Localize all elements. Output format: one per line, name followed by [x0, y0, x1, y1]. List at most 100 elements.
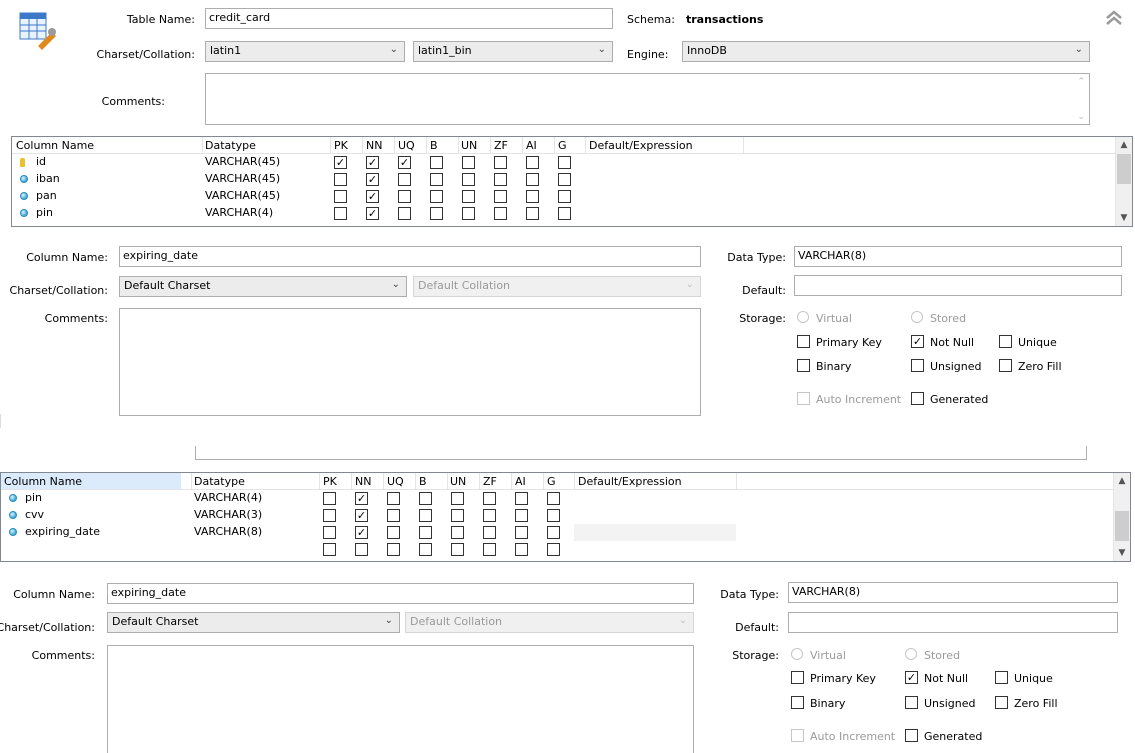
header-default[interactable]: Default/Expression	[589, 139, 693, 152]
flag-checkbox[interactable]	[558, 173, 571, 186]
flag-checkbox[interactable]	[387, 543, 400, 556]
header-datatype[interactable]: Datatype	[194, 475, 245, 488]
flag-checkbox[interactable]	[462, 190, 475, 203]
flag-checkbox[interactable]: ✓	[355, 526, 368, 539]
header-default[interactable]: Default/Expression	[578, 475, 682, 488]
flag-checkbox[interactable]	[419, 526, 432, 539]
header-uq[interactable]: UQ	[398, 139, 415, 152]
column-name-input[interactable]: expiring_date	[119, 246, 701, 267]
header-datatype[interactable]: Datatype	[205, 139, 256, 152]
primary-key-checkbox[interactable]	[791, 671, 804, 684]
flag-checkbox[interactable]	[462, 156, 475, 169]
header-ai[interactable]: AI	[515, 475, 526, 488]
flag-checkbox[interactable]	[323, 509, 336, 522]
columns-grid-bottom[interactable]: Column Name Datatype PK NN UQ B UN ZF AI…	[0, 472, 1131, 562]
flag-checkbox[interactable]	[462, 173, 475, 186]
column-name-cell[interactable]: pin	[36, 206, 53, 219]
flag-checkbox[interactable]	[451, 509, 464, 522]
scrollbar-thumb[interactable]	[1117, 154, 1131, 184]
datatype-cell[interactable]: VARCHAR(8)	[194, 525, 262, 538]
zero-fill-checkbox[interactable]	[999, 359, 1012, 372]
flag-checkbox[interactable]	[547, 526, 560, 539]
flag-checkbox[interactable]	[558, 207, 571, 220]
flag-checkbox[interactable]	[494, 207, 507, 220]
flag-checkbox[interactable]	[462, 207, 475, 220]
columns-grid-top[interactable]: Column Name Datatype PK NN UQ B UN ZF AI…	[11, 136, 1133, 227]
flag-checkbox[interactable]	[451, 526, 464, 539]
column-charset-select[interactable]: Default Charset ⌄	[119, 276, 407, 297]
flag-checkbox[interactable]	[334, 207, 347, 220]
table-row[interactable]: cvv VARCHAR(3) ✓	[1, 507, 1130, 524]
header-pk[interactable]: PK	[334, 139, 348, 152]
default-input[interactable]	[788, 612, 1118, 633]
flag-checkbox[interactable]	[430, 156, 443, 169]
flag-checkbox[interactable]	[547, 492, 560, 505]
flag-checkbox[interactable]	[494, 173, 507, 186]
flag-checkbox[interactable]	[558, 190, 571, 203]
header-un[interactable]: UN	[450, 475, 466, 488]
flag-checkbox[interactable]: ✓	[355, 509, 368, 522]
flag-checkbox[interactable]	[451, 543, 464, 556]
flag-checkbox[interactable]: ✓	[398, 156, 411, 169]
table-row[interactable]: pin VARCHAR(4) ✓	[12, 205, 1132, 222]
table-row[interactable]	[1, 541, 1130, 558]
flag-checkbox[interactable]: ✓	[366, 173, 379, 186]
header-nn[interactable]: NN	[366, 139, 382, 152]
flag-checkbox[interactable]	[430, 173, 443, 186]
table-name-input[interactable]: credit_card	[205, 8, 613, 29]
scroll-up-icon[interactable]: ▲	[1116, 137, 1132, 153]
header-g[interactable]: G	[558, 139, 567, 152]
flag-checkbox[interactable]	[430, 207, 443, 220]
binary-checkbox[interactable]	[791, 696, 804, 709]
flag-checkbox[interactable]	[323, 492, 336, 505]
header-ai[interactable]: AI	[526, 139, 537, 152]
flag-checkbox[interactable]	[483, 526, 496, 539]
unique-checkbox[interactable]	[999, 335, 1012, 348]
flag-checkbox[interactable]	[483, 492, 496, 505]
header-column-name[interactable]: Column Name	[4, 475, 82, 488]
flag-checkbox[interactable]	[323, 526, 336, 539]
flag-checkbox[interactable]	[419, 492, 432, 505]
header-b[interactable]: B	[419, 475, 427, 488]
flag-checkbox[interactable]	[515, 492, 528, 505]
column-name-input[interactable]: expiring_date	[107, 583, 694, 604]
datatype-cell[interactable]: VARCHAR(4)	[205, 206, 273, 219]
table-row[interactable]: iban VARCHAR(45) ✓	[12, 171, 1132, 188]
column-name-cell[interactable]: cvv	[25, 508, 44, 521]
table-row[interactable]: expiring_date VARCHAR(8) ✓	[1, 524, 1130, 541]
generated-checkbox[interactable]	[911, 392, 924, 405]
flag-checkbox[interactable]	[387, 509, 400, 522]
header-zf[interactable]: ZF	[483, 475, 497, 488]
flag-checkbox[interactable]	[419, 543, 432, 556]
datatype-input[interactable]: VARCHAR(8)	[794, 246, 1122, 267]
scroll-up-icon[interactable]: ▲	[1114, 473, 1130, 489]
flag-checkbox[interactable]: ✓	[355, 492, 368, 505]
column-name-cell[interactable]: id	[36, 155, 46, 168]
flag-checkbox[interactable]	[515, 526, 528, 539]
header-pk[interactable]: PK	[323, 475, 337, 488]
column-name-cell[interactable]: expiring_date	[25, 525, 100, 538]
flag-checkbox[interactable]	[387, 526, 400, 539]
flag-checkbox[interactable]	[558, 156, 571, 169]
flag-checkbox[interactable]: ✓	[366, 207, 379, 220]
column-name-cell[interactable]: iban	[36, 172, 60, 185]
flag-checkbox[interactable]	[515, 509, 528, 522]
flag-checkbox[interactable]	[547, 543, 560, 556]
flag-checkbox[interactable]	[526, 156, 539, 169]
not-null-checkbox[interactable]: ✓	[911, 335, 924, 348]
table-charset-select[interactable]: latin1 ⌄	[205, 41, 405, 62]
flag-checkbox[interactable]	[483, 543, 496, 556]
flag-checkbox[interactable]: ✓	[334, 156, 347, 169]
flag-checkbox[interactable]	[483, 509, 496, 522]
flag-checkbox[interactable]	[387, 492, 400, 505]
default-input[interactable]	[794, 275, 1122, 296]
flag-checkbox[interactable]	[494, 190, 507, 203]
generated-checkbox[interactable]	[905, 729, 918, 742]
table-comments-textarea[interactable]: ⌃ ⌄	[205, 73, 1090, 125]
primary-key-checkbox[interactable]	[797, 335, 810, 348]
not-null-checkbox[interactable]: ✓	[905, 671, 918, 684]
flag-checkbox[interactable]	[515, 543, 528, 556]
flag-checkbox[interactable]	[334, 173, 347, 186]
datatype-input[interactable]: VARCHAR(8)	[788, 582, 1118, 603]
header-column-name[interactable]: Column Name	[16, 139, 94, 152]
